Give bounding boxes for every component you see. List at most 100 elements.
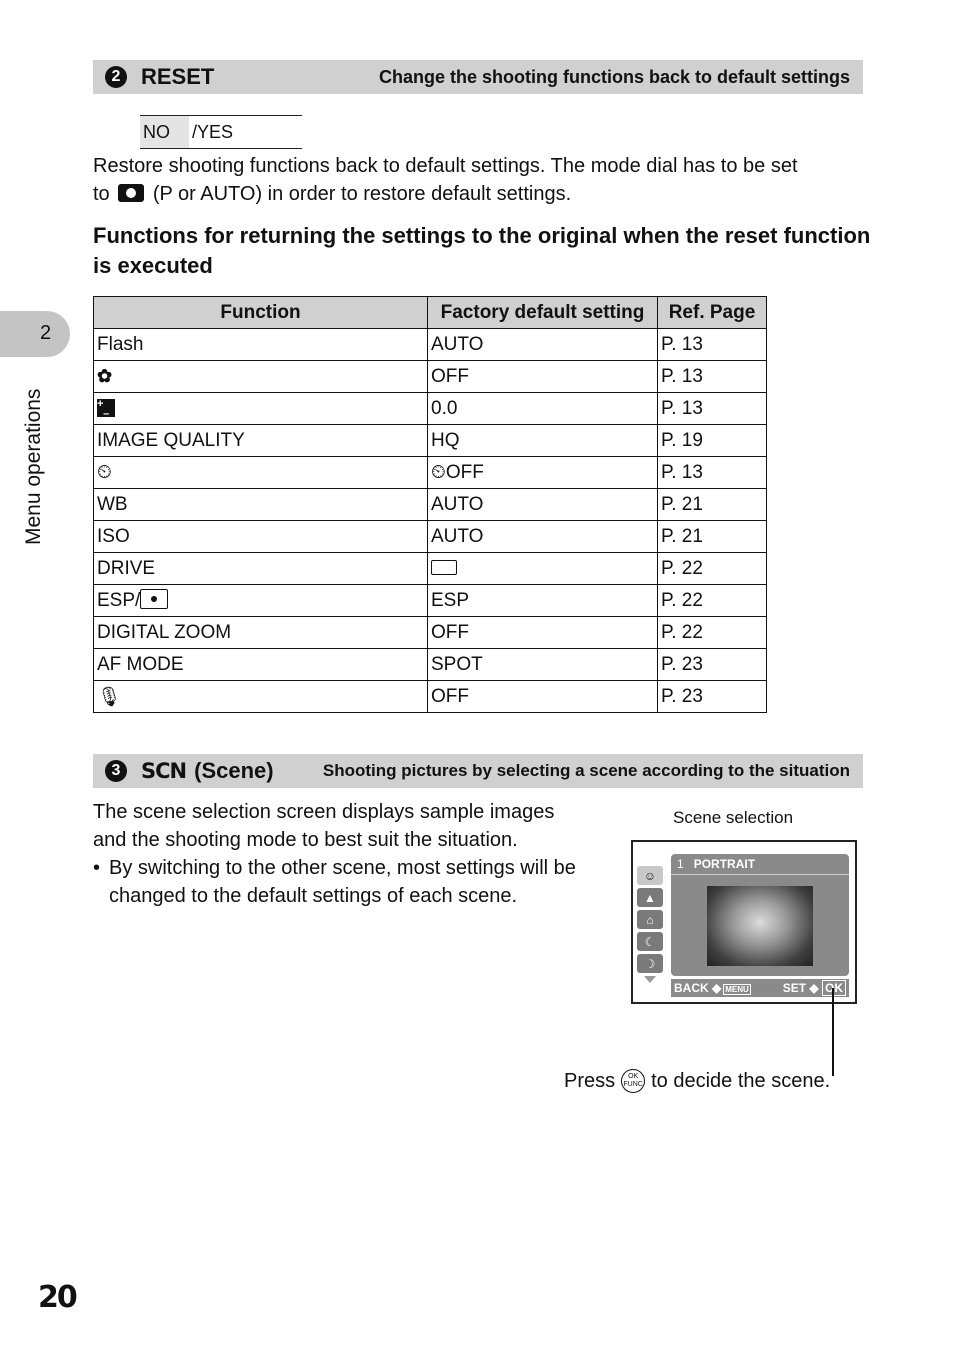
press-pre: Press <box>564 1069 616 1092</box>
set-label: SET <box>782 981 807 995</box>
exposure-compensation-icon: + – <box>97 398 115 419</box>
table-row: AF MODE SPOT P. 23 <box>93 648 767 681</box>
cell-default: SPOT <box>427 648 658 681</box>
scene-name: PORTRAIT <box>693 857 756 871</box>
section-number-badge: 2 <box>105 66 127 88</box>
ok-key-top: OK <box>628 1073 639 1080</box>
table-row: WB AUTO P. 21 <box>93 488 767 521</box>
default-value: OFF <box>445 461 484 483</box>
menu-key-icon: MENU <box>723 984 751 995</box>
landscape-icon: ▲ <box>637 888 663 907</box>
table-row: ⏲ ⏲OFF P. 13 <box>93 456 767 489</box>
cell-page: P. 23 <box>657 680 767 713</box>
reset-body-post: (P or AUTO) in order to restore default … <box>152 183 572 205</box>
cell-function: IMAGE QUALITY <box>93 424 428 457</box>
cell-default: AUTO <box>427 520 658 553</box>
ok-func-button-icon: OK FUNC <box>621 1069 646 1093</box>
divider <box>671 874 849 875</box>
reset-section-bar: 2 RESET Change the shooting functions ba… <box>93 60 863 94</box>
set-hint: SET ◆ OK <box>782 980 846 996</box>
option-yes: /YES <box>192 121 234 142</box>
cell-function: AF MODE <box>93 648 428 681</box>
cell-function: Flash <box>93 328 428 361</box>
table-row: Flash AUTO P. 13 <box>93 328 767 361</box>
cell-default: OFF <box>427 680 658 713</box>
reset-options: NO /YES <box>140 115 302 149</box>
macro-icon: ✿ <box>97 365 113 386</box>
chapter-tab <box>0 311 70 357</box>
press-instruction: Press OK FUNC to decide the scene. <box>564 1069 830 1093</box>
cell-default: AUTO <box>427 488 658 521</box>
ok-key-icon: OK <box>822 980 846 996</box>
section-number-badge: 3 <box>105 760 127 782</box>
cell-default <box>427 552 658 585</box>
cell-function: ✿ <box>93 360 428 393</box>
portrait-icon: ☺ <box>637 866 663 885</box>
cell-page: P. 13 <box>657 360 767 393</box>
table-row: ✿ OFF P. 13 <box>93 360 767 393</box>
spot-metering-icon <box>140 589 169 609</box>
scene-body-line1: The scene selection screen displays samp… <box>93 801 555 823</box>
chapter-label: Menu operations <box>22 388 45 545</box>
header-function: Function <box>93 296 428 329</box>
cell-function: WB <box>93 488 428 521</box>
scene-title-bar: 1 PORTRAIT <box>677 857 755 871</box>
header-default: Factory default setting <box>427 296 658 329</box>
table-header-row: Function Factory default setting Ref. Pa… <box>93 296 767 329</box>
scroll-down-icon <box>644 976 656 983</box>
reset-body-line1: Restore shooting functions back to defau… <box>93 155 798 177</box>
single-frame-icon <box>431 559 457 575</box>
cell-function: 🎙 <box>93 680 428 713</box>
cell-default: OFF <box>427 616 658 649</box>
reset-title: RESET <box>141 64 215 89</box>
cell-page: P. 21 <box>657 488 767 521</box>
table-row: + – 0.0 P. 13 <box>93 392 767 425</box>
reset-description: Change the shooting functions back to de… <box>378 66 850 87</box>
chapter-number: 2 <box>40 322 52 344</box>
night-portrait-icon: ☽ <box>637 954 663 973</box>
factory-defaults-table: Function Factory default setting Ref. Pa… <box>93 296 767 713</box>
cell-page: P. 13 <box>657 392 767 425</box>
cell-function: ESP/ <box>93 584 428 617</box>
reset-body-line2: to (P or AUTO) in order to restore defau… <box>93 180 873 208</box>
table-row: DIGITAL ZOOM OFF P. 22 <box>93 616 767 649</box>
functions-heading: Functions for returning the settings to … <box>93 223 871 278</box>
screen-footer: BACK ◆ MENU SET ◆ OK <box>671 979 849 997</box>
cell-default: OFF <box>427 360 658 393</box>
microphone-icon: 🎙 <box>97 686 122 708</box>
cell-default: ⏲OFF <box>427 456 658 489</box>
table-row: DRIVE P. 22 <box>93 552 767 585</box>
cell-page: P. 13 <box>657 328 767 361</box>
scene-bullet: • By switching to the other scene, most … <box>93 854 613 910</box>
option-no: NO <box>140 116 189 148</box>
cell-page: P. 19 <box>657 424 767 457</box>
back-hint: BACK ◆ MENU <box>674 981 751 995</box>
self-timer-icon: ⏲ <box>431 461 446 483</box>
press-post: to decide the scene. <box>651 1069 831 1092</box>
scene-selection-screen: ☺ ▲ ⌂ ☾ ☽ 1 PORTRAIT BACK ◆ MENU SET ◆ OK <box>631 840 857 1004</box>
ok-key-bottom: FUNC <box>623 1081 643 1088</box>
cell-page: P. 22 <box>657 616 767 649</box>
cell-page: P. 13 <box>657 456 767 489</box>
bullet-line1: By switching to the other scene, most se… <box>109 857 576 879</box>
table-row: ISO AUTO P. 21 <box>93 520 767 553</box>
camera-icon <box>118 184 145 202</box>
bullet-line2: changed to the default settings of each … <box>109 885 518 907</box>
reset-body-pre: to <box>93 183 110 205</box>
scene-preview-panel: 1 PORTRAIT <box>671 854 849 976</box>
landscape-portrait-icon: ⌂ <box>637 910 663 929</box>
scene-description: Shooting pictures by selecting a scene a… <box>322 761 850 780</box>
cell-default: HQ <box>427 424 658 457</box>
page-number: 20 <box>38 1280 78 1315</box>
scn-icon: SCN <box>141 759 187 783</box>
cell-default: 0.0 <box>427 392 658 425</box>
cell-page: P. 21 <box>657 520 767 553</box>
cell-page: P. 23 <box>657 648 767 681</box>
reset-body: Restore shooting functions back to defau… <box>93 152 873 208</box>
function-label: ESP/ <box>97 590 141 611</box>
cell-function: ⏲ <box>93 456 428 489</box>
sample-portrait-image <box>707 886 813 966</box>
cell-default: AUTO <box>427 328 658 361</box>
scene-body-line2: and the shooting mode to best suit the s… <box>93 829 518 851</box>
back-label: BACK <box>674 981 709 995</box>
